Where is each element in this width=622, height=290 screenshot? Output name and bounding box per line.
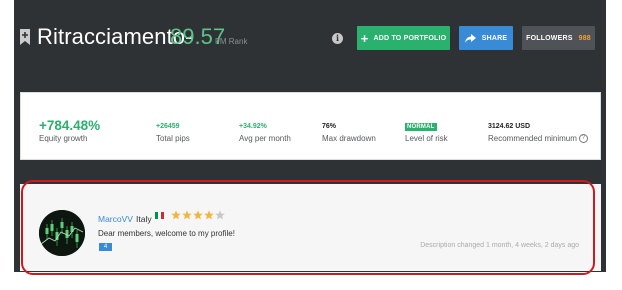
header: Ritracciamento- 89.57 FM Rank i + ADD TO… — [14, 0, 606, 80]
bookmark-icon[interactable] — [19, 28, 31, 46]
rating-stars — [171, 210, 226, 220]
info-icon[interactable]: i — [332, 33, 343, 44]
add-to-portfolio-button[interactable]: + ADD TO PORTFOLIO — [357, 26, 450, 50]
description-changed-text: Description changed 1 month, 4 weeks, 2 … — [420, 242, 579, 249]
level-of-risk-label: Level of risk — [405, 134, 448, 143]
country-label: Italy — [136, 214, 152, 224]
followers-label: FOLLOWERS — [526, 34, 573, 42]
profile-card: MarcoVV Italy Dear members, welcome to m… — [20, 184, 601, 271]
comment-count-badge[interactable]: 4 — [99, 243, 112, 251]
followers-count: 988 — [578, 34, 591, 42]
recommended-minimum-row: Recommended minimum? — [488, 134, 588, 144]
stats-panel: +784.48% Equity growth +26459 Total pips… — [20, 92, 601, 160]
share-label: SHARE — [481, 34, 508, 42]
share-button[interactable]: SHARE — [459, 26, 513, 50]
total-pips-label: Total pips — [156, 134, 190, 143]
share-icon — [464, 33, 476, 43]
fm-rank-label: FM Rank — [215, 37, 248, 46]
username-link[interactable]: MarcoVV — [98, 214, 133, 224]
add-to-portfolio-label: ADD TO PORTFOLIO — [373, 34, 447, 42]
max-drawdown-value: 76% — [322, 123, 337, 130]
page-frame: Ritracciamento- 89.57 FM Rank i + ADD TO… — [14, 0, 606, 272]
total-pips-value: +26459 — [156, 123, 180, 130]
star-filled-icon — [204, 210, 214, 220]
avg-per-month-label: Avg per month — [239, 134, 291, 143]
star-filled-icon — [171, 210, 181, 220]
plus-icon: + — [360, 30, 369, 46]
equity-growth-value: +784.48% — [39, 118, 101, 133]
max-drawdown-label: Max drawdown — [322, 134, 376, 143]
star-empty-icon — [215, 210, 225, 220]
star-filled-icon — [193, 210, 203, 220]
italy-flag-icon — [155, 212, 164, 219]
avatar[interactable] — [39, 210, 85, 256]
risk-level-badge: NORMAL — [405, 123, 437, 131]
profile-description: Dear members, welcome to my profile! — [98, 229, 235, 238]
star-filled-icon — [182, 210, 192, 220]
recommended-minimum-label: Recommended minimum — [488, 134, 577, 143]
recommended-minimum-value: 3124.62 USD — [488, 123, 531, 130]
help-icon[interactable]: ? — [578, 134, 588, 144]
followers-button[interactable]: FOLLOWERS 988 — [522, 26, 595, 50]
equity-growth-label: Equity growth — [39, 134, 88, 143]
avg-per-month-value: +34.92% — [239, 123, 267, 130]
